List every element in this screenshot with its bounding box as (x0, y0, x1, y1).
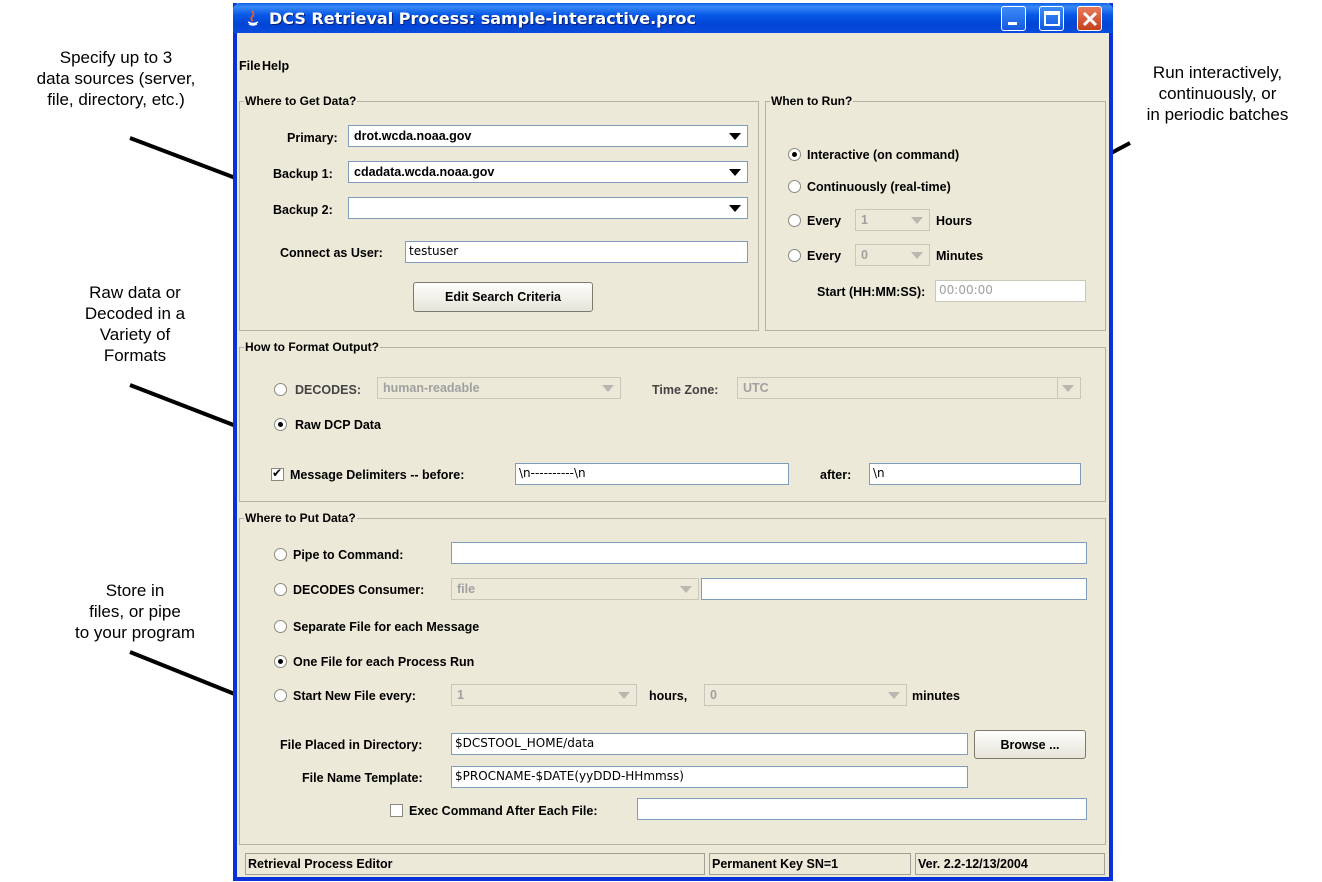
java-icon (247, 10, 259, 26)
new-file-hours-combo[interactable]: 1 (451, 684, 637, 706)
raw-dcp-label: Raw DCP Data (295, 418, 381, 432)
new-file-minutes-label: minutes (912, 689, 960, 703)
annotation-run: Run interactively, continuously, or in p… (1146, 63, 1289, 124)
user-label: Connect as User: (280, 246, 383, 260)
new-file-minutes-combo[interactable]: 0 (704, 684, 907, 706)
minimize-icon (1008, 22, 1017, 25)
backup1-combo[interactable]: cdadata.wcda.noaa.gov (348, 161, 748, 183)
chevron-down-icon (680, 586, 692, 593)
maximize-icon (1044, 11, 1060, 26)
delim-before-field[interactable]: \n----------\n (515, 463, 789, 485)
every-hours-radio[interactable] (788, 214, 801, 227)
timezone-combo[interactable]: UTC (737, 377, 1081, 399)
close-button[interactable] (1077, 6, 1102, 31)
exec-command-checkbox[interactable] (390, 804, 403, 817)
edit-search-criteria-button[interactable]: Edit Search Criteria (413, 282, 593, 312)
primary-label: Primary: (287, 131, 338, 145)
new-file-hours-label: hours, (649, 689, 688, 703)
start-label: Start (HH:MM:SS): (817, 285, 926, 299)
chevron-down-icon (729, 205, 741, 212)
decodes-format-combo[interactable]: human-readable (377, 377, 621, 399)
timezone-label: Time Zone: (652, 383, 719, 397)
after-label: after: (820, 468, 852, 482)
hours-label: Hours (936, 214, 973, 228)
decodes-radio[interactable] (274, 383, 287, 396)
annotation-format: Raw data or Decoded in a Variety of Form… (84, 283, 186, 365)
status-key: Permanent Key SN=1 (709, 853, 911, 875)
template-field[interactable]: $PROCNAME-$DATE(yyDDD-HHmmss) (451, 766, 968, 788)
directory-field[interactable]: $DCSTOOL_HOME/data (451, 733, 968, 755)
start-time-field[interactable]: 00:00:00 (935, 280, 1086, 302)
title-bar[interactable]: DCS Retrieval Process: sample-interactiv… (233, 3, 1113, 33)
consumer-combo[interactable]: file (451, 578, 699, 600)
raw-dcp-radio[interactable] (274, 418, 287, 431)
pipe-command-field[interactable] (451, 542, 1087, 564)
chevron-down-icon (729, 169, 741, 176)
minutes-label: Minutes (936, 249, 984, 263)
chevron-down-icon (888, 692, 900, 699)
exec-command-label: Exec Command After Each File: (409, 804, 598, 818)
continuous-label: Continuously (real-time) (807, 180, 951, 194)
continuous-radio[interactable] (788, 180, 801, 193)
new-file-radio[interactable] (274, 689, 287, 702)
maximize-button[interactable] (1039, 6, 1064, 31)
chevron-down-icon (729, 133, 741, 140)
when-to-run-title: When to Run? (770, 94, 854, 108)
new-file-label: Start New File every: (293, 689, 416, 703)
message-delimiters-checkbox[interactable] (271, 466, 284, 481)
annotation-store: Store in files, or pipe to your program (75, 581, 195, 642)
hours-combo[interactable]: 1 (855, 209, 930, 231)
chevron-down-icon (911, 217, 923, 224)
directory-label: File Placed in Directory: (280, 738, 423, 752)
primary-combo[interactable]: drot.wcda.noaa.gov (348, 125, 748, 147)
annotation-sources: Specify up to 3 data sources (server, fi… (36, 48, 196, 109)
one-file-radio[interactable] (274, 655, 287, 668)
minutes-combo[interactable]: 0 (855, 244, 930, 266)
template-label: File Name Template: (302, 771, 423, 785)
pipe-label: Pipe to Command: (293, 548, 404, 562)
put-data-title: Where to Put Data? (244, 511, 357, 525)
one-file-label: One File for each Process Run (293, 655, 475, 669)
backup1-label: Backup 1: (273, 167, 333, 181)
backup2-label: Backup 2: (273, 203, 333, 217)
pipe-radio[interactable] (274, 548, 287, 561)
every-hours-label: Every (807, 214, 842, 228)
backup2-combo[interactable] (348, 197, 748, 219)
chevron-down-icon (602, 385, 614, 392)
interactive-label: Interactive (on command) (807, 148, 960, 162)
consumer-radio[interactable] (274, 583, 287, 596)
close-icon (1082, 11, 1098, 27)
menu-file[interactable]: File (239, 59, 261, 73)
separate-file-radio[interactable] (274, 620, 287, 633)
decodes-label: DECODES: (295, 383, 361, 397)
exec-command-field[interactable] (637, 798, 1087, 820)
menu-help[interactable]: Help (262, 59, 289, 73)
window-title: DCS Retrieval Process: sample-interactiv… (269, 9, 696, 28)
consumer-arg-field[interactable] (701, 578, 1087, 600)
delim-after-field[interactable]: \n (869, 463, 1081, 485)
status-left: Retrieval Process Editor (245, 853, 705, 875)
user-field[interactable]: testuser (405, 241, 748, 263)
minimize-button[interactable] (1001, 6, 1026, 31)
separate-file-label: Separate File for each Message (293, 620, 480, 634)
chevron-down-icon (1062, 385, 1074, 392)
put-data-group: Where to Put Data? (239, 511, 1106, 845)
consumer-label: DECODES Consumer: (293, 583, 425, 597)
format-output-title: How to Format Output? (244, 340, 380, 354)
every-minutes-label: Every (807, 249, 842, 263)
every-minutes-radio[interactable] (788, 249, 801, 262)
status-version: Ver. 2.2-12/13/2004 (915, 853, 1105, 875)
interactive-radio[interactable] (788, 148, 801, 161)
delimiters-label: Message Delimiters -- before: (290, 468, 465, 482)
where-to-get-title: Where to Get Data? (244, 94, 358, 108)
chevron-down-icon (618, 692, 630, 699)
chevron-down-icon (911, 252, 923, 259)
browse-button[interactable]: Browse ... (974, 730, 1086, 759)
